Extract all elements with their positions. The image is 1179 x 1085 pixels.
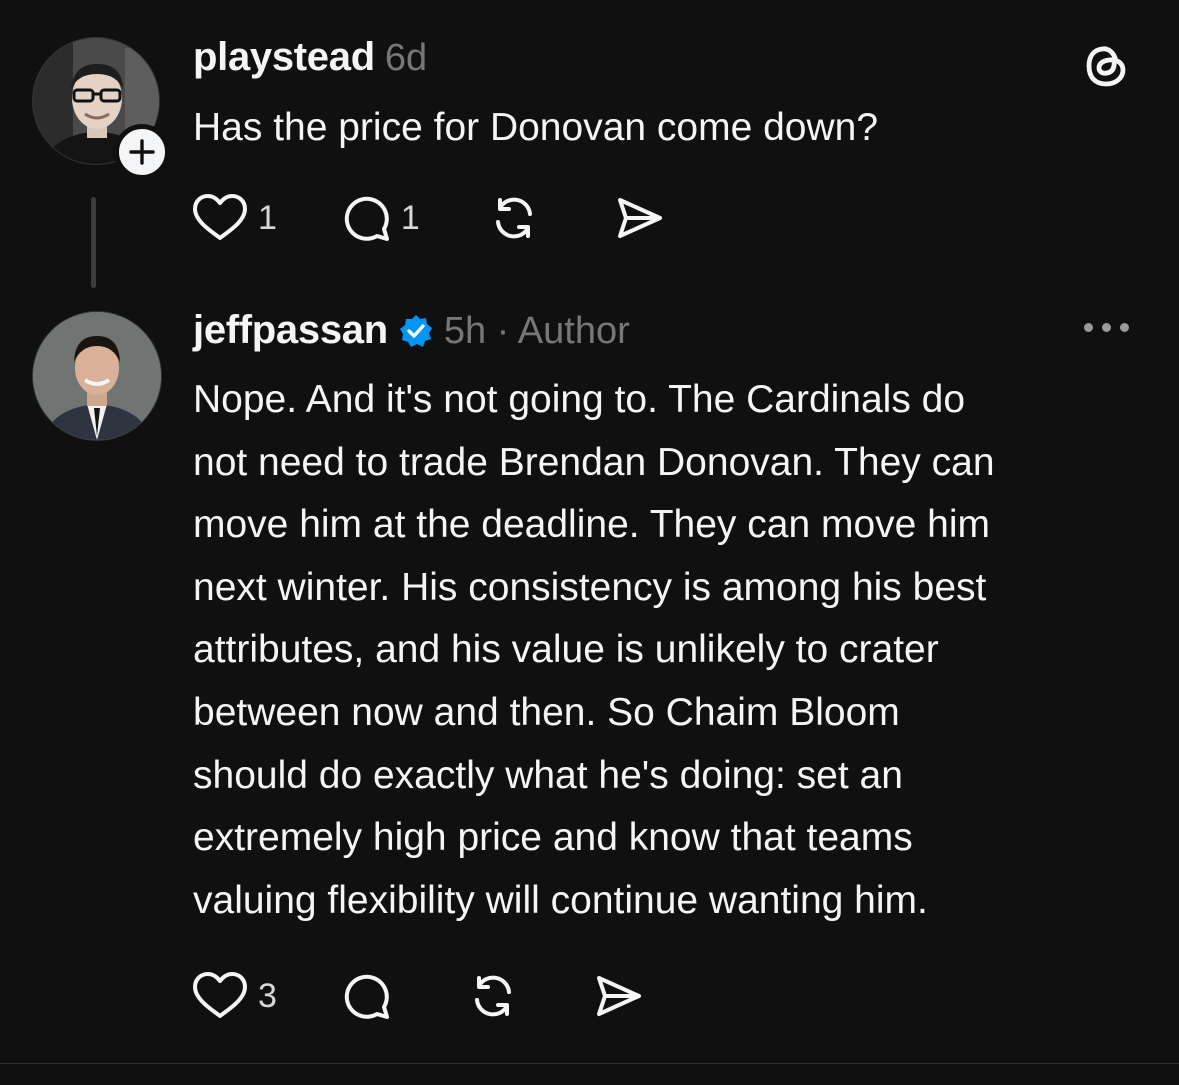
- send-icon: [617, 198, 662, 238]
- verified-badge-icon: [399, 314, 432, 347]
- like-count: 3: [258, 976, 277, 1015]
- comment-icon: [344, 974, 389, 1019]
- username[interactable]: jeffpassan: [193, 308, 388, 353]
- threads-logo-icon[interactable]: [1082, 40, 1132, 90]
- repost-button[interactable]: [488, 192, 540, 244]
- heart-icon: [193, 972, 247, 1018]
- like-button[interactable]: 1: [190, 192, 277, 244]
- like-button[interactable]: 3: [190, 970, 277, 1022]
- plus-icon: [129, 139, 155, 165]
- repost-icon: [495, 197, 532, 239]
- timestamp: 6d: [384, 37, 428, 79]
- timestamp-author: 5h · Author: [443, 310, 630, 352]
- like-count: 1: [258, 198, 277, 237]
- post-text: Nope. And it's not going to. The Cardina…: [193, 378, 995, 922]
- share-button[interactable]: [614, 192, 666, 244]
- person-photo-avatar: [33, 312, 161, 440]
- post-actions: 1 1: [190, 192, 666, 244]
- send-icon: [596, 976, 641, 1016]
- more-options-icon[interactable]: [1084, 323, 1129, 332]
- share-button[interactable]: [593, 970, 645, 1022]
- comment-icon: [344, 196, 389, 241]
- username[interactable]: playstead: [193, 35, 375, 80]
- repost-icon: [474, 975, 511, 1017]
- thread-connector-line: [91, 197, 96, 288]
- post-text: Has the price for Donovan come down?: [193, 106, 879, 149]
- reply-button[interactable]: [341, 970, 393, 1022]
- repost-button[interactable]: [467, 970, 519, 1022]
- divider: [0, 1063, 1179, 1064]
- post-header: playstead 6d: [193, 35, 427, 80]
- reply-count: 1: [400, 198, 420, 237]
- reply-button[interactable]: 1: [341, 192, 420, 244]
- avatar-jeffpassan[interactable]: [32, 311, 162, 441]
- heart-icon: [193, 194, 247, 240]
- post-actions: 3: [190, 970, 645, 1022]
- post-header: jeffpassan 5h · Author: [193, 308, 630, 353]
- follow-plus-button[interactable]: [114, 124, 170, 180]
